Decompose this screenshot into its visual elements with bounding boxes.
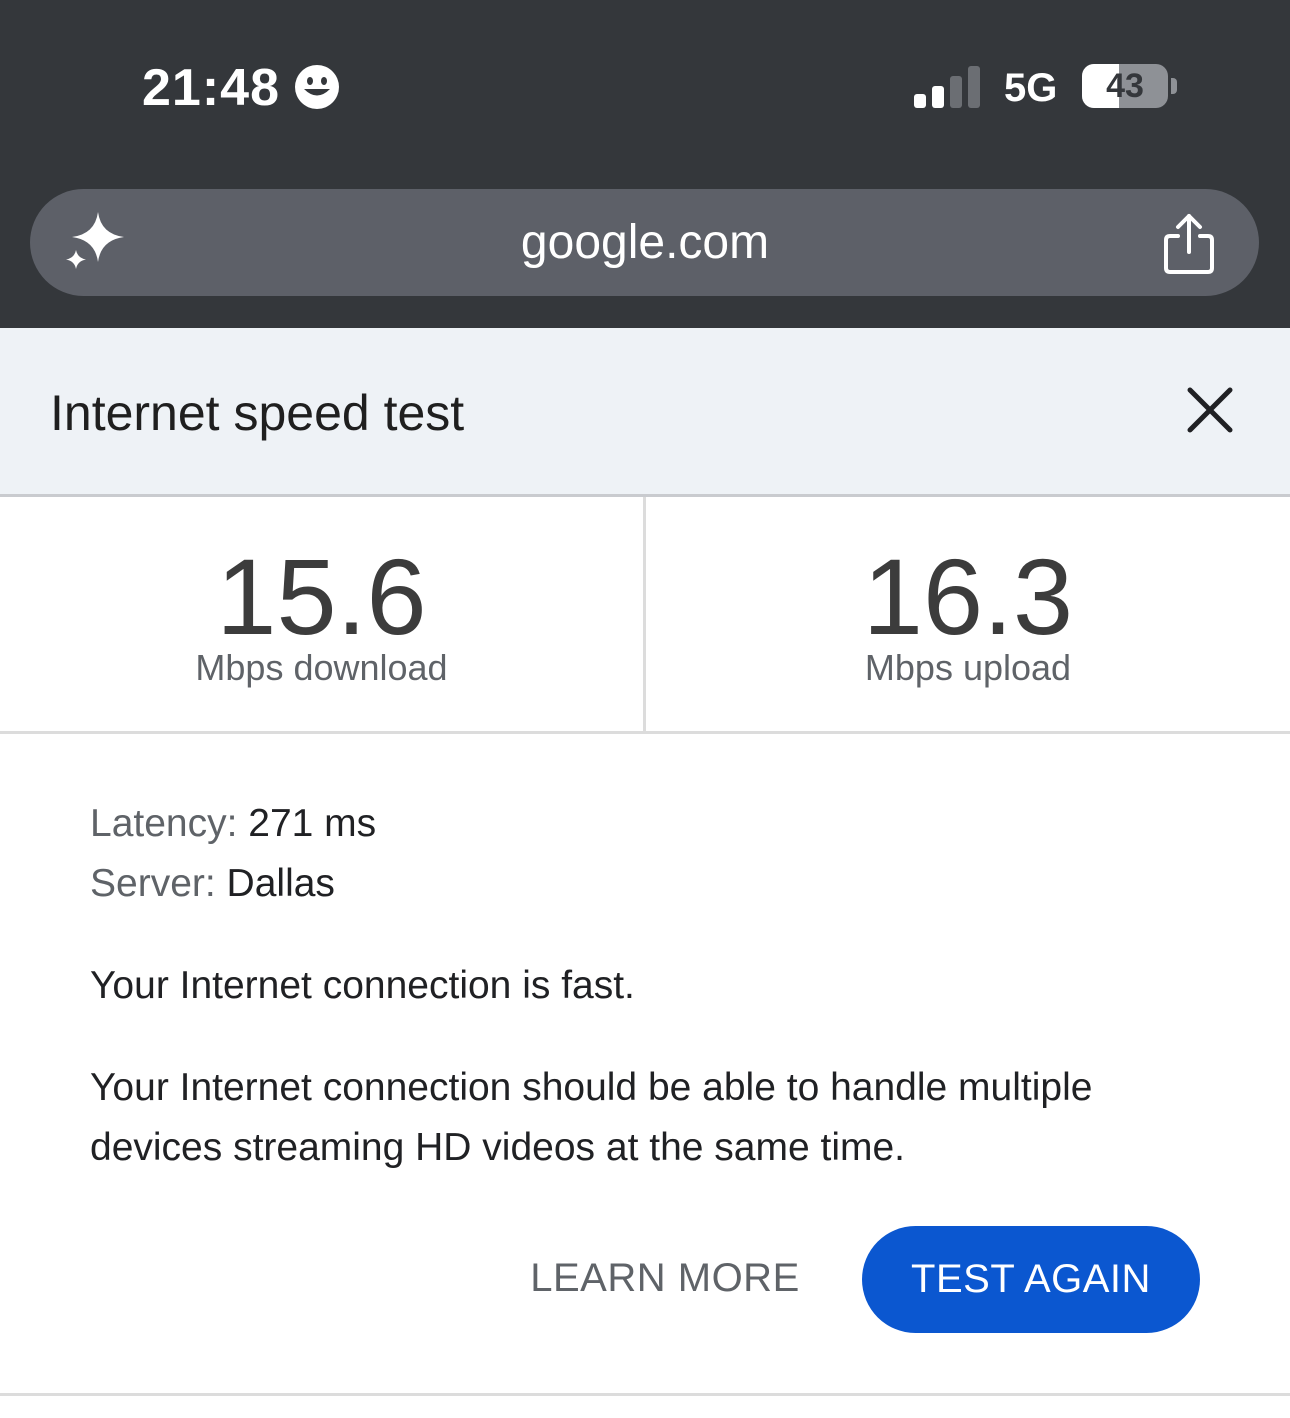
download-label: Mbps download (195, 647, 448, 688)
latency-label: Latency: (90, 802, 238, 845)
download-value: 15.6 (216, 536, 427, 657)
speed-results: 15.6 Mbps download 16.3 Mbps upload (0, 497, 1290, 734)
upload-label: Mbps upload (864, 647, 1072, 688)
latency-row: Latency: 271 ms (90, 802, 376, 846)
latency-value: 271 ms (248, 802, 377, 845)
cellular-signal-icon (914, 66, 980, 108)
test-again-button[interactable]: TEST AGAIN (862, 1226, 1200, 1333)
speed-test-header: Internet speed test (0, 328, 1290, 497)
speed-test-title: Internet speed test (50, 385, 465, 441)
bottom-divider (0, 1393, 1290, 1396)
status-time: 21:48 (142, 59, 280, 117)
upload-metric: 16.3 Mbps upload (646, 497, 1290, 731)
close-icon[interactable] (1180, 380, 1240, 440)
server-label: Server: (90, 862, 216, 905)
battery-tip (1171, 78, 1177, 94)
battery-icon: 43 (1082, 64, 1168, 108)
server-value: Dallas (226, 862, 335, 905)
share-icon[interactable] (1160, 212, 1218, 276)
network-type: 5G (1004, 66, 1058, 110)
download-metric: 15.6 Mbps download (0, 497, 643, 731)
connection-detail-line-2: devices streaming HD videos at the same … (90, 1126, 906, 1169)
battery-percent: 43 (1106, 67, 1144, 105)
sparkle-icon[interactable] (60, 210, 130, 276)
connection-summary: Your Internet connection is fast. (90, 964, 635, 1007)
url-text[interactable]: google.com (230, 190, 1060, 295)
smiley-face-icon (295, 65, 339, 109)
server-row: Server: Dallas (90, 862, 335, 906)
upload-value: 16.3 (862, 536, 1074, 657)
browser-chrome: 21:48 5G 43 google.com (0, 0, 1290, 328)
connection-detail-line-1: Your Internet connection should be able … (90, 1066, 1093, 1109)
learn-more-button[interactable]: LEARN MORE (500, 1232, 830, 1324)
